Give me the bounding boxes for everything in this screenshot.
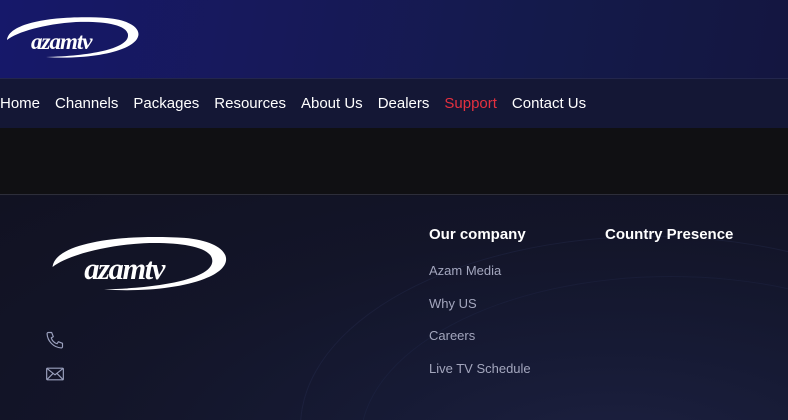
company-link-live-tv-schedule[interactable]: Live TV Schedule: [429, 361, 531, 394]
footer-country-column: Country Presence: [605, 226, 733, 243]
nav-contact-us[interactable]: Contact Us: [512, 95, 586, 112]
nav-channels[interactable]: Channels: [55, 95, 118, 112]
company-heading: Our company: [429, 226, 526, 243]
nav-resources[interactable]: Resources: [214, 95, 286, 112]
footer-company-column: Our company Azam Media Why US Careers Li…: [429, 226, 531, 393]
nav-packages[interactable]: Packages: [133, 95, 199, 112]
company-link-azam-media[interactable]: Azam Media: [429, 263, 531, 296]
footer-azamtv-logo[interactable]: azamtv: [47, 230, 235, 296]
site-header: azamtv: [0, 0, 788, 78]
nav-home[interactable]: Home: [0, 95, 40, 112]
site-footer: azamtv Our company Azam Media Why US Car…: [0, 196, 788, 420]
main-nav: Home Channels Packages Resources About U…: [0, 78, 788, 128]
logo-wordmark: azamtv: [31, 29, 93, 54]
nav-dealers[interactable]: Dealers: [378, 95, 430, 112]
mail-icon[interactable]: [45, 364, 65, 384]
azamtv-logo[interactable]: azamtv: [4, 12, 144, 62]
footer-logo-wordmark: azamtv: [84, 252, 166, 286]
nav-support[interactable]: Support: [444, 95, 497, 112]
company-link-careers[interactable]: Careers: [429, 328, 531, 361]
country-heading: Country Presence: [605, 226, 734, 243]
nav-about-us[interactable]: About Us: [301, 95, 363, 112]
phone-icon[interactable]: [45, 330, 65, 350]
company-link-why-us[interactable]: Why US: [429, 296, 531, 329]
content-band: [0, 128, 788, 195]
